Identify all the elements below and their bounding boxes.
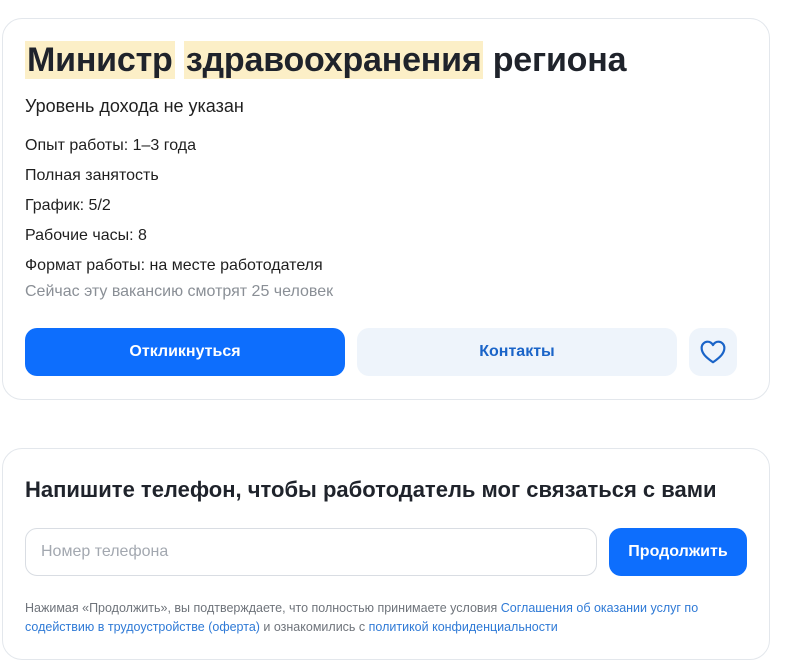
detail-work-format: Формат работы: на месте работодателя [25,257,323,274]
contacts-button[interactable]: Контакты [357,328,677,376]
salary-text: Уровень дохода не указан [25,96,244,116]
detail-schedule: График: 5/2 [25,197,111,214]
detail-experience: Опыт работы: 1–3 года [25,137,197,154]
favorite-button[interactable] [689,328,737,376]
phone-input[interactable] [25,528,597,576]
phone-form-title: Напишите телефон, чтобы работодатель мог… [25,477,717,502]
privacy-policy-link[interactable]: политикой конфиденциальности [369,620,558,634]
consent-text: Нажимая «Продолжить», вы подтверждаете, … [25,599,745,637]
vacancy-details-list: Опыт работы: 1–3 года Полная занятость Г… [25,131,323,281]
title-word-highlighted: Министр [25,41,175,79]
vacancy-card: Министр здравоохранения региона Уровень … [2,18,770,400]
viewers-count-text: Сейчас эту вакансию смотрят 25 человек [25,283,334,300]
heart-icon [700,340,726,364]
consent-middle: и ознакомились с [259,620,369,634]
detail-hours: Рабочие часы: 8 [25,227,147,244]
consent-prefix: Нажимая «Продолжить», вы подтверждаете, … [25,601,501,615]
detail-employment: Полная занятость [25,167,159,184]
respond-button[interactable]: Откликнуться [25,328,345,376]
title-word-highlighted: здравоохранения [183,41,484,79]
title-word: региона [492,41,627,79]
continue-button[interactable]: Продолжить [609,528,747,576]
phone-form-card: Напишите телефон, чтобы работодатель мог… [2,448,770,660]
vacancy-title: Министр здравоохранения региона [25,41,626,80]
